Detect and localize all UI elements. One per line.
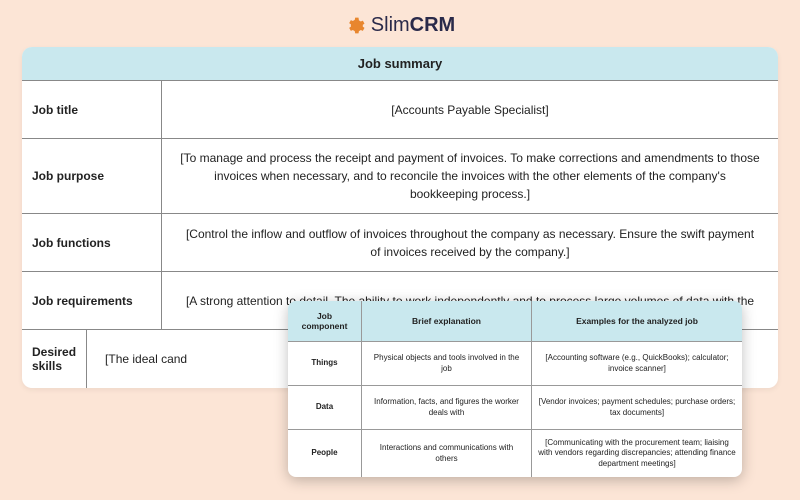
col-header-explanation: Brief explanation (362, 301, 532, 341)
overlay-row: People Interactions and communications w… (288, 430, 742, 477)
col-header-component: Job component (288, 301, 362, 341)
overlay-header: Job component Brief explanation Examples… (288, 301, 742, 342)
row-value-job-functions: [Control the inflow and outflow of invoi… (162, 214, 778, 271)
row-value-job-purpose: [To manage and process the receipt and p… (162, 139, 778, 213)
cell-data-examples: [Vendor invoices; payment schedules; pur… (532, 386, 742, 429)
col-header-examples: Examples for the analyzed job (532, 301, 742, 341)
job-component-overlay: Job component Brief explanation Examples… (288, 301, 742, 477)
table-row: Job functions [Control the inflow and ou… (22, 214, 778, 272)
overlay-row: Data Information, facts, and figures the… (288, 386, 742, 430)
job-summary-title: Job summary (22, 47, 778, 81)
cell-things: Things (288, 342, 362, 385)
cell-data-explanation: Information, facts, and figures the work… (362, 386, 532, 429)
gear-icon (345, 16, 365, 36)
table-row: Job purpose [To manage and process the r… (22, 139, 778, 214)
brand-logo: SlimCRM (0, 0, 800, 47)
overlay-row: Things Physical objects and tools involv… (288, 342, 742, 386)
cell-people-examples: [Communicating with the procurement team… (532, 430, 742, 477)
cell-people-explanation: Interactions and communications with oth… (362, 430, 532, 477)
row-label-job-purpose: Job purpose (22, 139, 162, 213)
cell-people: People (288, 430, 362, 477)
row-label-job-functions: Job functions (22, 214, 162, 271)
row-label-job-requirements: Job requirements (22, 272, 162, 329)
row-label-desired-skills: Desired skills (22, 330, 87, 388)
cell-things-explanation: Physical objects and tools involved in t… (362, 342, 532, 385)
cell-data: Data (288, 386, 362, 429)
brand-name: SlimCRM (371, 14, 455, 37)
table-row: Job title [Accounts Payable Specialist] (22, 81, 778, 139)
row-label-job-title: Job title (22, 81, 162, 138)
cell-things-examples: [Accounting software (e.g., QuickBooks);… (532, 342, 742, 385)
row-value-job-title: [Accounts Payable Specialist] (162, 81, 778, 138)
